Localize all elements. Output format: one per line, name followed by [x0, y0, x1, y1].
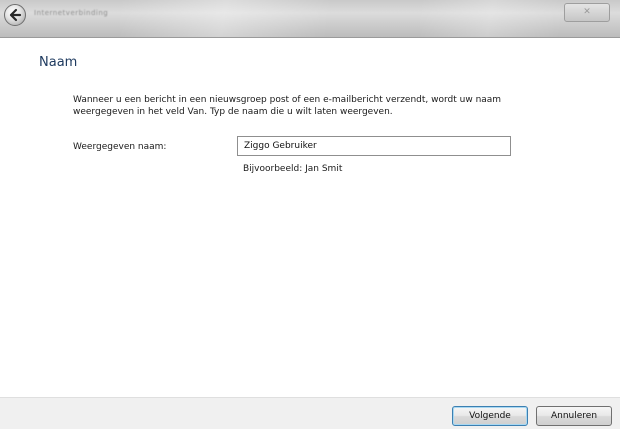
display-name-input[interactable] — [237, 136, 511, 156]
footer-bar: Volgende Annuleren — [0, 397, 620, 429]
title-bar: Internetverbinding ✕ — [0, 0, 620, 38]
cancel-button[interactable]: Annuleren — [536, 406, 612, 426]
page-heading: Naam — [39, 55, 78, 70]
next-button[interactable]: Volgende — [452, 406, 528, 426]
back-button[interactable] — [4, 4, 26, 26]
back-arrow-icon — [9, 8, 22, 22]
title-bar-glare-right — [420, 0, 560, 37]
window-title: Internetverbinding — [34, 9, 109, 17]
display-name-label: Weergegeven naam: — [73, 142, 167, 152]
title-bar-glare — [120, 0, 380, 37]
example-text: Bijvoorbeeld: Jan Smit — [243, 164, 343, 174]
page-description: Wanneer u een bericht in een nieuwsgroep… — [73, 95, 502, 117]
close-icon: ✕ — [583, 7, 591, 17]
close-button[interactable]: ✕ — [564, 3, 610, 22]
